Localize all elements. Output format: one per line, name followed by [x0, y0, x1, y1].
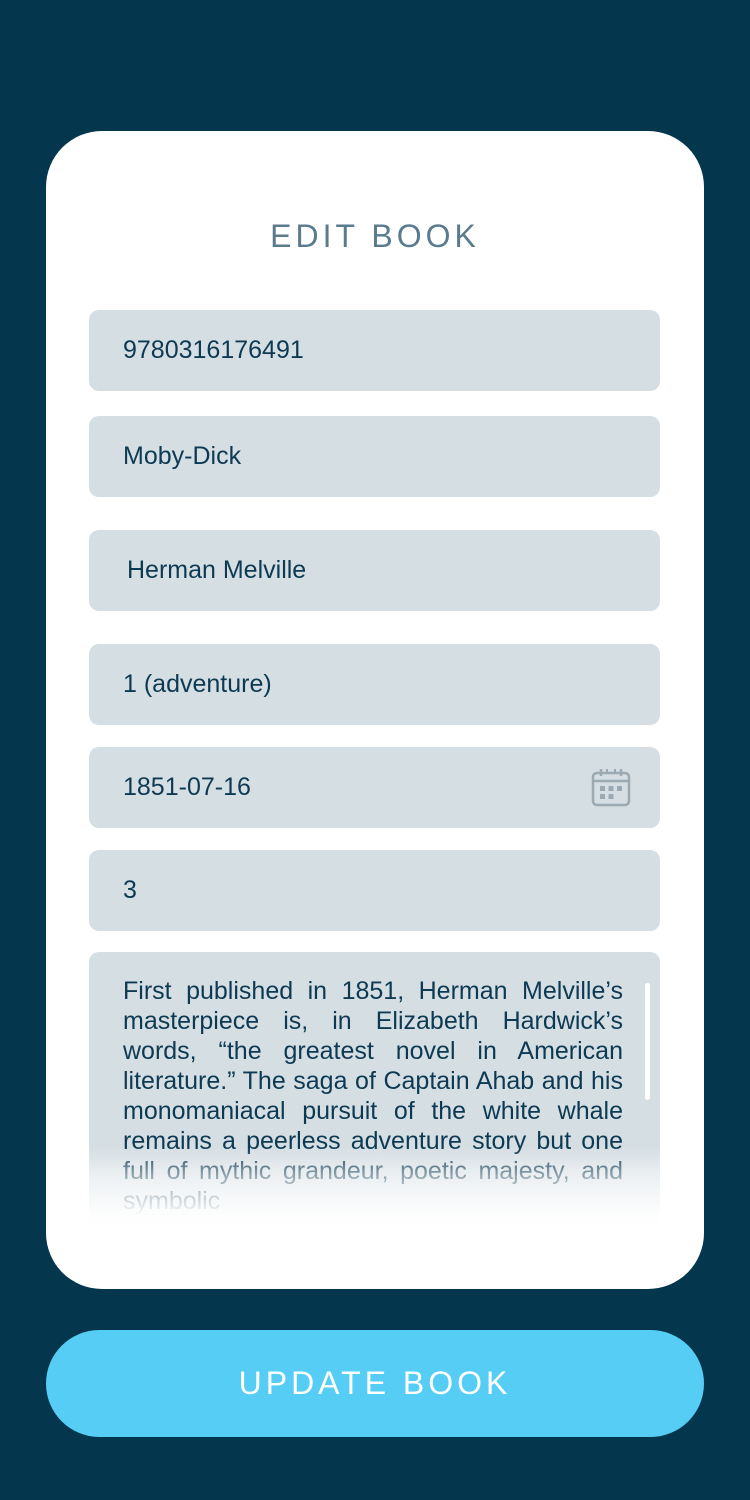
category-field[interactable]: 1 (adventure) — [89, 644, 660, 725]
calendar-icon[interactable] — [591, 768, 631, 808]
title-value: Moby-Dick — [123, 442, 242, 470]
quantity-value: 3 — [123, 876, 137, 904]
description-scrollbar[interactable] — [645, 983, 650, 1100]
description-textarea[interactable]: First published in 1851, Herman Mel­vill… — [89, 952, 660, 1230]
isbn-value: 9780316176491 — [123, 336, 304, 364]
quantity-field[interactable]: 3 — [89, 850, 660, 931]
edit-book-screen: EDIT BOOK 9780316176491 Moby-Dick Herman… — [0, 0, 750, 1500]
author-field[interactable]: Herman Melville — [89, 530, 660, 611]
isbn-field[interactable]: 9780316176491 — [89, 310, 660, 391]
published-date-value: 1851-07-16 — [123, 773, 251, 801]
description-text: First published in 1851, Herman Mel­vill… — [123, 977, 623, 1215]
category-value: 1 (adventure) — [123, 670, 272, 698]
title-field[interactable]: Moby-Dick — [89, 416, 660, 497]
published-date-field[interactable]: 1851-07-16 — [89, 747, 660, 828]
author-value: Herman Melville — [127, 556, 307, 584]
page-title: EDIT BOOK — [270, 218, 480, 254]
update-book-button[interactable]: UPDATE BOOK — [46, 1330, 704, 1437]
